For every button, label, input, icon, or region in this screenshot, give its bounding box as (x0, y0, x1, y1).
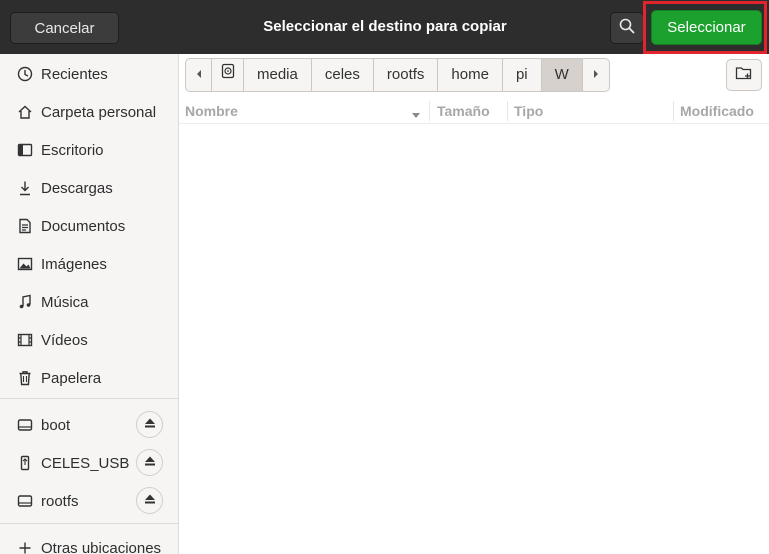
document-icon (16, 217, 34, 235)
sidebar-item-label: Documentos (41, 217, 126, 235)
home-icon (16, 103, 34, 121)
path-crumb-media[interactable]: media (244, 59, 312, 91)
column-type-header[interactable]: Tipo (514, 99, 543, 123)
column-name-header[interactable]: Nombre (185, 99, 238, 123)
column-divider (429, 101, 430, 121)
disk-icon (220, 59, 236, 91)
desktop-icon (16, 141, 34, 159)
sidebar-item-label: Música (41, 293, 89, 311)
chevron-right-icon (592, 59, 600, 91)
image-icon (16, 255, 34, 273)
sidebar-item-documentos[interactable]: Documentos (0, 208, 178, 244)
sidebar-item-label: Imágenes (41, 255, 107, 273)
sidebar-item-escritorio[interactable]: Escritorio (0, 132, 178, 168)
column-size-header[interactable]: Tamaño (437, 99, 490, 123)
trash-icon (16, 369, 34, 387)
sidebar-separator (0, 523, 178, 524)
music-icon (16, 293, 34, 311)
sidebar-item-recientes[interactable]: Recientes (0, 56, 178, 92)
cancel-button[interactable]: Cancelar (10, 12, 119, 44)
clock-icon (16, 65, 34, 83)
eject-rootfs-button[interactable] (136, 487, 163, 514)
eject-icon (144, 492, 156, 510)
sidebar-item-label: Descargas (41, 179, 113, 197)
select-button[interactable]: Seleccionar (651, 10, 762, 45)
download-icon (16, 179, 34, 197)
sidebar-separator (0, 398, 178, 399)
drive-icon (16, 492, 34, 510)
sidebar-item-label: Escritorio (41, 141, 104, 159)
header-bar: Cancelar Seleccionar el destino para cop… (0, 0, 769, 54)
path-forward-button[interactable] (583, 59, 609, 91)
sidebar-item-musica[interactable]: Música (0, 284, 178, 320)
sidebar-item-videos[interactable]: Vídeos (0, 322, 178, 358)
sidebar-item-label: CELES_USB (41, 454, 130, 472)
path-crumb-home[interactable]: home (438, 59, 503, 91)
path-crumb-celes[interactable]: celes (312, 59, 374, 91)
plus-icon (16, 539, 34, 554)
sidebar-item-carpeta-personal[interactable]: Carpeta personal (0, 94, 178, 130)
new-folder-icon (735, 65, 753, 86)
sidebar-item-descargas[interactable]: Descargas (0, 170, 178, 206)
video-icon (16, 331, 34, 349)
sidebar-item-papelera[interactable]: Papelera (0, 360, 178, 396)
new-folder-button[interactable] (726, 59, 762, 91)
sort-down-icon (411, 107, 421, 125)
column-divider (507, 101, 508, 121)
search-button[interactable] (610, 12, 644, 44)
sidebar-item-label: boot (41, 416, 71, 434)
path-root-drive[interactable] (212, 59, 244, 91)
search-icon (619, 18, 635, 39)
path-crumb-pi[interactable]: pi (503, 59, 542, 91)
path-back-button[interactable] (186, 59, 212, 91)
sidebar-item-imagenes[interactable]: Imágenes (0, 246, 178, 282)
sidebar-item-label: Otras ubicaciones (41, 539, 162, 554)
sidebar-item-label: Papelera (41, 369, 102, 387)
path-crumb-rootfs[interactable]: rootfs (374, 59, 439, 91)
sidebar-item-label: Recientes (41, 65, 108, 83)
usb-icon (16, 454, 34, 472)
column-modified-header[interactable]: Modificado (680, 99, 754, 123)
file-list[interactable] (179, 124, 769, 554)
sidebar-item-label: Vídeos (41, 331, 88, 349)
drive-icon (16, 416, 34, 434)
eject-celes-usb-button[interactable] (136, 449, 163, 476)
file-chooser-dialog: Cancelar Seleccionar el destino para cop… (0, 0, 769, 554)
eject-boot-button[interactable] (136, 411, 163, 438)
eject-icon (144, 454, 156, 472)
chevron-left-icon (195, 59, 203, 91)
sidebar-item-otras-ubicaciones[interactable]: Otras ubicaciones (0, 530, 178, 554)
eject-icon (144, 416, 156, 434)
path-crumb-w[interactable]: W (541, 59, 583, 91)
path-bar: media celes rootfs home pi W (185, 58, 610, 92)
sidebar-item-label: Carpeta personal (41, 103, 157, 121)
column-header-row: Nombre Tamaño Tipo Modificado (179, 99, 769, 124)
sidebar-item-label: rootfs (41, 492, 79, 510)
column-divider (673, 101, 674, 121)
sidebar: Recientes Carpeta personal Escritorio De… (0, 54, 179, 554)
dialog-title: Seleccionar el destino para copiar (263, 18, 507, 35)
